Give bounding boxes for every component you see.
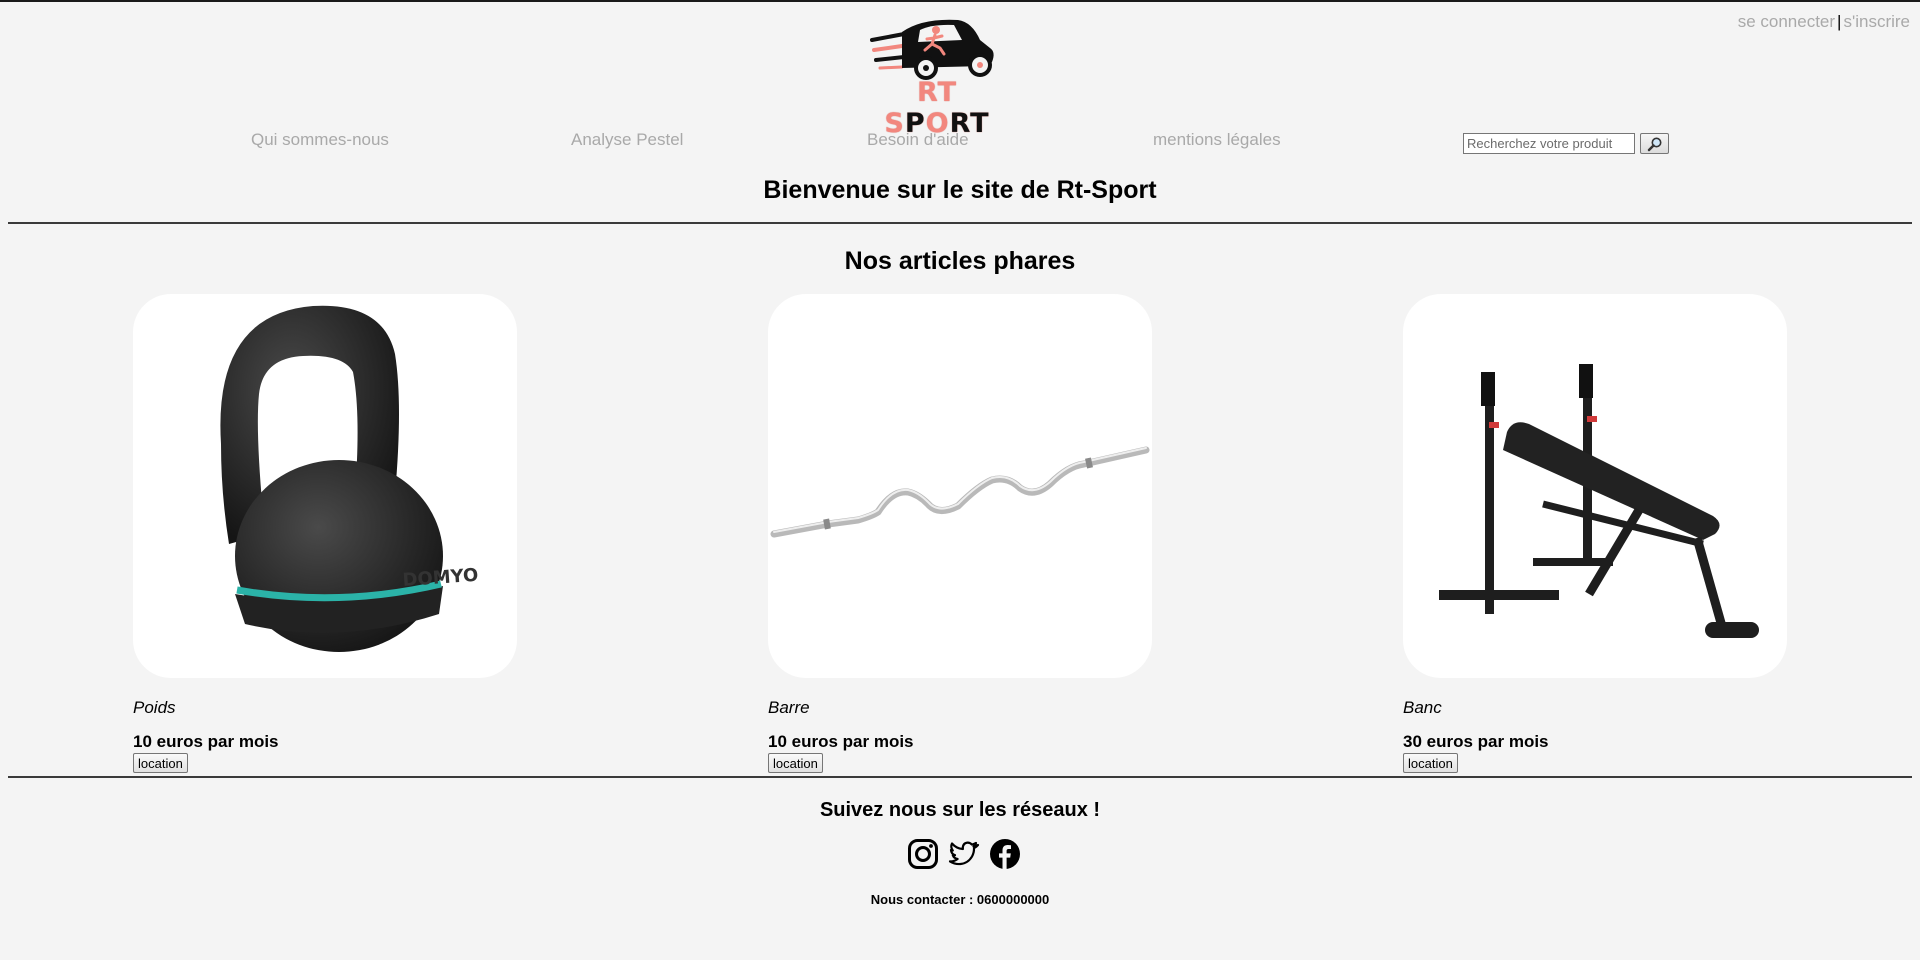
nav-help[interactable]: Besoin d'aide <box>867 130 969 150</box>
nav-about[interactable]: Qui sommes-nous <box>251 130 389 150</box>
svg-text:DOMYO: DOMYO <box>402 565 479 591</box>
product-image-kettlebell[interactable]: DOMYO <box>133 294 517 678</box>
login-link[interactable]: se connecter <box>1738 12 1835 31</box>
search-form <box>1463 133 1669 154</box>
logo-rt: RT <box>917 77 957 108</box>
signup-link[interactable]: s'inscrire <box>1843 12 1910 31</box>
search-button[interactable] <box>1640 133 1669 154</box>
rent-button[interactable]: location <box>133 753 188 773</box>
social-links <box>907 838 1021 870</box>
kettlebell-image: DOMYO <box>220 305 479 652</box>
product-card-barre: Barre 10 euros par mois location <box>768 294 1152 773</box>
product-card-poids: DOMYO Poids 10 euros par mois location <box>133 294 517 773</box>
product-price: 10 euros par mois <box>133 732 279 751</box>
page-title: Bienvenue sur le site de Rt-Sport <box>763 176 1157 204</box>
nav-legal[interactable]: mentions légales <box>1153 130 1281 150</box>
product-image-bar[interactable] <box>768 294 1152 678</box>
logo-truck-graphic <box>870 19 994 80</box>
product-name: Poids <box>133 698 176 717</box>
twitter-icon[interactable] <box>948 838 980 870</box>
featured-title: Nos articles phares <box>844 247 1076 275</box>
product-name: Banc <box>1403 698 1442 717</box>
divider-top <box>8 222 1912 224</box>
product-price: 30 euros par mois <box>1403 732 1549 751</box>
contact-info: Nous contacter : 0600000000 <box>870 892 1050 907</box>
product-card-banc: Banc 30 euros par mois location <box>1403 294 1787 773</box>
magnifier-icon <box>1647 137 1661 151</box>
search-input[interactable] <box>1463 133 1635 154</box>
product-name: Barre <box>768 698 810 717</box>
divider-bottom <box>8 776 1912 778</box>
nav-pestel[interactable]: Analyse Pestel <box>571 130 683 150</box>
follow-heading: Suivez nous sur les réseaux ! <box>819 799 1101 821</box>
auth-separator: | <box>1837 12 1842 31</box>
site-logo[interactable]: RT SPORT <box>862 10 1012 139</box>
facebook-icon[interactable] <box>989 838 1021 870</box>
product-image-bench[interactable] <box>1403 294 1787 678</box>
instagram-icon[interactable] <box>907 838 939 870</box>
curl-bar-image <box>770 446 1150 538</box>
rent-button[interactable]: location <box>1403 753 1458 773</box>
auth-links: se connecter | s'inscrire <box>1738 12 1910 32</box>
rent-button[interactable]: location <box>768 753 823 773</box>
product-price: 10 euros par mois <box>768 732 914 751</box>
weight-bench-image <box>1439 364 1759 638</box>
